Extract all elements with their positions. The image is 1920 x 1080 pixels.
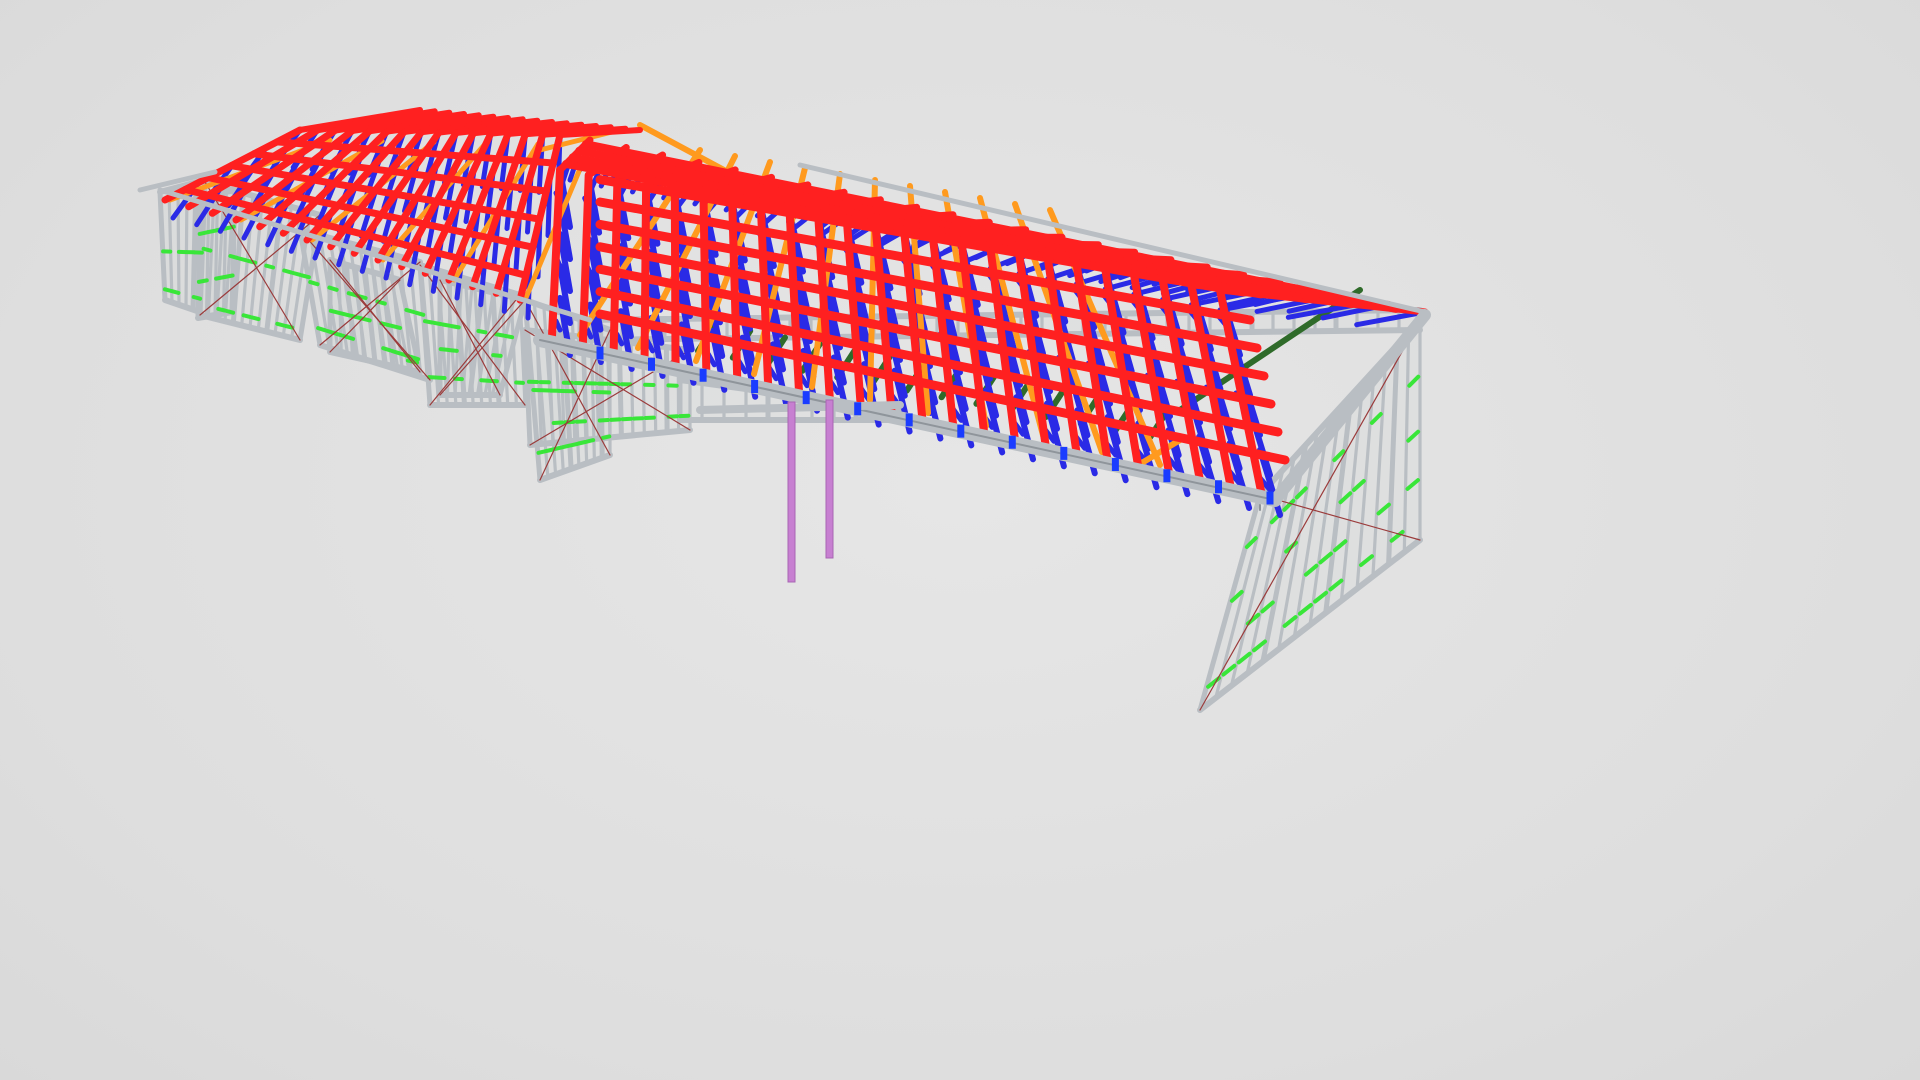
nogging: [338, 311, 352, 318]
nogging: [431, 320, 443, 327]
nogging: [544, 447, 556, 453]
tie-down-bracket: [957, 424, 965, 438]
nogging: [600, 434, 612, 440]
tie-down-bracket: [1215, 480, 1222, 494]
nogging: [201, 246, 213, 253]
tie-down-bracket: [854, 402, 862, 416]
nogging: [222, 273, 235, 279]
tie-down-bracket: [648, 357, 655, 371]
nogging: [170, 289, 181, 295]
nogging: [282, 268, 293, 275]
nogging: [334, 331, 346, 338]
wall-stud: [176, 185, 181, 307]
nogging: [560, 443, 572, 450]
nogging: [308, 280, 320, 287]
tie-down-bracket: [1163, 469, 1171, 483]
nogging: [325, 329, 337, 336]
nogging: [216, 306, 227, 313]
wall-stud: [663, 344, 670, 435]
nogging: [568, 441, 580, 448]
verandah-post: [787, 401, 796, 583]
nogging: [423, 319, 434, 325]
tie-down-bracket: [802, 391, 810, 405]
nogging: [476, 329, 488, 335]
nogging: [551, 420, 564, 425]
nogging: [196, 278, 209, 284]
nogging: [479, 378, 491, 383]
nogging: [491, 353, 503, 358]
nogging: [609, 417, 622, 422]
nogging: [584, 438, 596, 444]
nogging: [241, 313, 252, 319]
tie-down-bracket: [1008, 435, 1016, 449]
nogging: [381, 346, 393, 353]
nogging: [447, 348, 459, 353]
nogging: [390, 349, 402, 356]
tie-down-bracket: [1266, 491, 1274, 505]
3d-viewport[interactable]: [0, 0, 1920, 1080]
tie-down-bracket: [699, 368, 707, 382]
nogging: [494, 332, 506, 338]
tie-down-bracket: [751, 380, 759, 393]
nogging: [438, 347, 451, 352]
nogging: [237, 256, 249, 263]
tie-down-bracket: [596, 346, 604, 360]
nogging: [597, 418, 610, 423]
nogging: [328, 308, 342, 315]
nogging: [224, 309, 236, 315]
nogging: [449, 324, 461, 330]
verandah-beam: [696, 401, 904, 414]
tie-down-bracket: [1111, 458, 1119, 471]
steel-frame-3d-model[interactable]: [0, 0, 1920, 1080]
nogging: [503, 333, 515, 340]
nogging: [291, 271, 302, 277]
nogging: [666, 414, 679, 419]
nogging: [576, 440, 588, 446]
nogging: [414, 310, 426, 317]
nogging: [275, 321, 286, 328]
nogging: [327, 285, 339, 292]
nogging: [264, 263, 276, 270]
verandah-posts: [787, 399, 834, 583]
nogging: [228, 254, 240, 260]
nogging: [536, 449, 548, 455]
verandah-post: [825, 399, 834, 559]
nogging: [344, 334, 356, 341]
nogging: [246, 258, 258, 265]
nogging: [440, 322, 452, 328]
nogging: [191, 295, 203, 301]
nogging: [404, 307, 416, 314]
nogging: [300, 273, 311, 280]
nogging: [389, 323, 403, 330]
tie-down-bracket: [905, 413, 913, 427]
nogging: [250, 315, 261, 322]
tie-down-bracket: [1060, 446, 1068, 460]
nogging: [316, 326, 328, 333]
